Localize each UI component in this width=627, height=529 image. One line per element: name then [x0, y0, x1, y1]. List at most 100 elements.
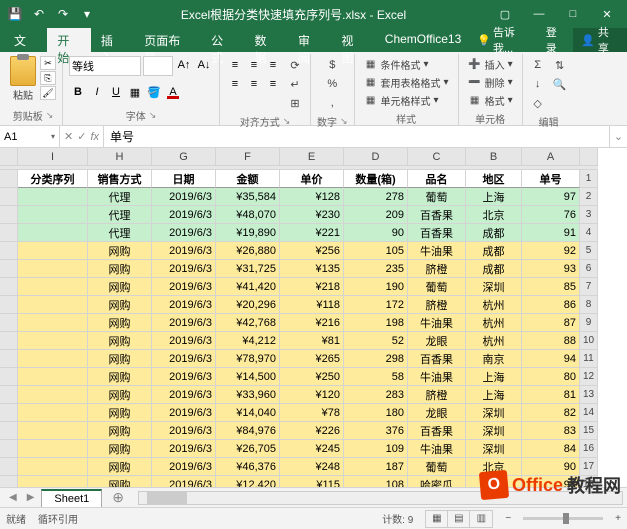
cell[interactable]: 93 — [522, 260, 580, 278]
percent-icon[interactable]: % — [323, 75, 341, 93]
cell[interactable]: 2019/6/3 — [152, 260, 216, 278]
clear-icon[interactable]: ◇ — [529, 94, 547, 112]
cell[interactable]: 牛油果 — [408, 368, 466, 386]
row-header[interactable]: 13 — [580, 386, 598, 404]
row-header[interactable] — [0, 206, 18, 224]
cell[interactable]: 脐橙 — [408, 386, 466, 404]
cell[interactable]: 杭州 — [466, 296, 522, 314]
row-header[interactable] — [0, 224, 18, 242]
row-header[interactable] — [0, 242, 18, 260]
fill-icon[interactable]: ↓ — [529, 75, 547, 93]
clipboard-launcher-icon[interactable]: ↘ — [46, 110, 54, 121]
cell[interactable]: 278 — [344, 188, 408, 206]
cell[interactable]: 2019/6/3 — [152, 404, 216, 422]
cell[interactable]: 网购 — [88, 314, 152, 332]
cell[interactable]: 298 — [344, 350, 408, 368]
cell[interactable]: ¥48,070 — [216, 206, 280, 224]
cell[interactable]: 深圳 — [466, 404, 522, 422]
increase-font-icon[interactable]: A↑ — [175, 56, 193, 74]
cell[interactable]: ¥19,890 — [216, 224, 280, 242]
align-center-icon[interactable]: ≡ — [245, 75, 263, 93]
cell[interactable]: ¥226 — [280, 422, 344, 440]
cell[interactable]: 脐橙 — [408, 260, 466, 278]
font-name-input[interactable] — [69, 56, 141, 76]
cell[interactable]: 葡萄 — [408, 278, 466, 296]
ribbon-options-icon[interactable]: ▢ — [489, 3, 521, 25]
cell[interactable]: 上海 — [466, 368, 522, 386]
table-header-cell[interactable]: 销售方式 — [88, 170, 152, 188]
row-header[interactable] — [0, 422, 18, 440]
cell[interactable]: 百香果 — [408, 206, 466, 224]
maximize-icon[interactable]: □ — [557, 3, 589, 25]
cell[interactable] — [18, 224, 88, 242]
align-left-icon[interactable]: ≡ — [226, 75, 244, 93]
cell[interactable]: 牛油果 — [408, 440, 466, 458]
cell[interactable]: 235 — [344, 260, 408, 278]
align-right-icon[interactable]: ≡ — [264, 75, 282, 93]
name-box[interactable]: A1▾ — [0, 126, 60, 147]
cut-icon[interactable]: ✂ — [40, 56, 56, 70]
cell[interactable]: 2019/6/3 — [152, 386, 216, 404]
table-header-cell[interactable]: 数量(箱) — [344, 170, 408, 188]
tab-review[interactable]: 审阅 — [288, 28, 331, 52]
cell[interactable]: 网购 — [88, 404, 152, 422]
row-header[interactable] — [0, 188, 18, 206]
cell[interactable] — [18, 314, 88, 332]
row-header[interactable]: 15 — [580, 422, 598, 440]
cell[interactable]: ¥26,880 — [216, 242, 280, 260]
font-size-input[interactable] — [143, 56, 173, 76]
cell[interactable]: 网购 — [88, 350, 152, 368]
cell[interactable]: 深圳 — [466, 278, 522, 296]
row-header[interactable] — [0, 332, 18, 350]
row-header[interactable]: 5 — [580, 242, 598, 260]
cell[interactable]: 网购 — [88, 458, 152, 476]
fill-color-icon[interactable]: 🪣 — [145, 83, 163, 101]
row-header[interactable] — [0, 440, 18, 458]
cell[interactable]: 187 — [344, 458, 408, 476]
cell[interactable]: ¥41,420 — [216, 278, 280, 296]
fx-icon[interactable]: fx — [90, 131, 99, 143]
row-header[interactable]: 12 — [580, 368, 598, 386]
cell[interactable]: ¥42,768 — [216, 314, 280, 332]
sign-in[interactable]: 登录 — [540, 28, 573, 52]
find-icon[interactable]: 🔍 — [551, 75, 569, 93]
cell[interactable]: 百香果 — [408, 224, 466, 242]
row-header[interactable] — [0, 458, 18, 476]
page-layout-view-icon[interactable]: ▤ — [448, 511, 470, 527]
undo-icon[interactable]: ↶ — [28, 3, 50, 25]
cell[interactable]: 龙眼 — [408, 404, 466, 422]
cell[interactable]: 172 — [344, 296, 408, 314]
tab-formulas[interactable]: 公式 — [201, 28, 244, 52]
col-header[interactable]: D — [344, 148, 408, 166]
select-all-corner[interactable] — [0, 148, 18, 166]
cell[interactable]: 网购 — [88, 440, 152, 458]
underline-icon[interactable]: U — [107, 83, 125, 101]
merge-icon[interactable]: ⊞ — [286, 94, 304, 112]
row-header[interactable] — [0, 170, 18, 188]
cell[interactable]: 牛油果 — [408, 242, 466, 260]
cell[interactable]: ¥46,376 — [216, 458, 280, 476]
row-header[interactable] — [0, 386, 18, 404]
normal-view-icon[interactable]: ▦ — [426, 511, 448, 527]
table-header-cell[interactable]: 日期 — [152, 170, 216, 188]
cell[interactable]: 105 — [344, 242, 408, 260]
cell[interactable]: 南京 — [466, 350, 522, 368]
cell[interactable]: ¥120 — [280, 386, 344, 404]
wrap-text-icon[interactable]: ↵ — [286, 75, 304, 93]
cell[interactable]: 2019/6/3 — [152, 296, 216, 314]
cell[interactable]: ¥230 — [280, 206, 344, 224]
cell[interactable]: 85 — [522, 278, 580, 296]
cancel-formula-icon[interactable]: ✕ — [64, 130, 73, 143]
sheet-nav-prev-icon[interactable]: ◀ — [6, 492, 20, 503]
zoom-in-icon[interactable]: + — [615, 513, 621, 524]
cell[interactable]: 网购 — [88, 368, 152, 386]
border-icon[interactable]: ▦ — [126, 83, 144, 101]
orientation-icon[interactable]: ⟳ — [286, 56, 304, 74]
cell[interactable]: 代理 — [88, 188, 152, 206]
cell[interactable] — [18, 368, 88, 386]
cell[interactable]: ¥248 — [280, 458, 344, 476]
cell[interactable]: ¥218 — [280, 278, 344, 296]
cell[interactable]: 2019/6/3 — [152, 188, 216, 206]
row-header[interactable]: 14 — [580, 404, 598, 422]
cell[interactable]: ¥128 — [280, 188, 344, 206]
